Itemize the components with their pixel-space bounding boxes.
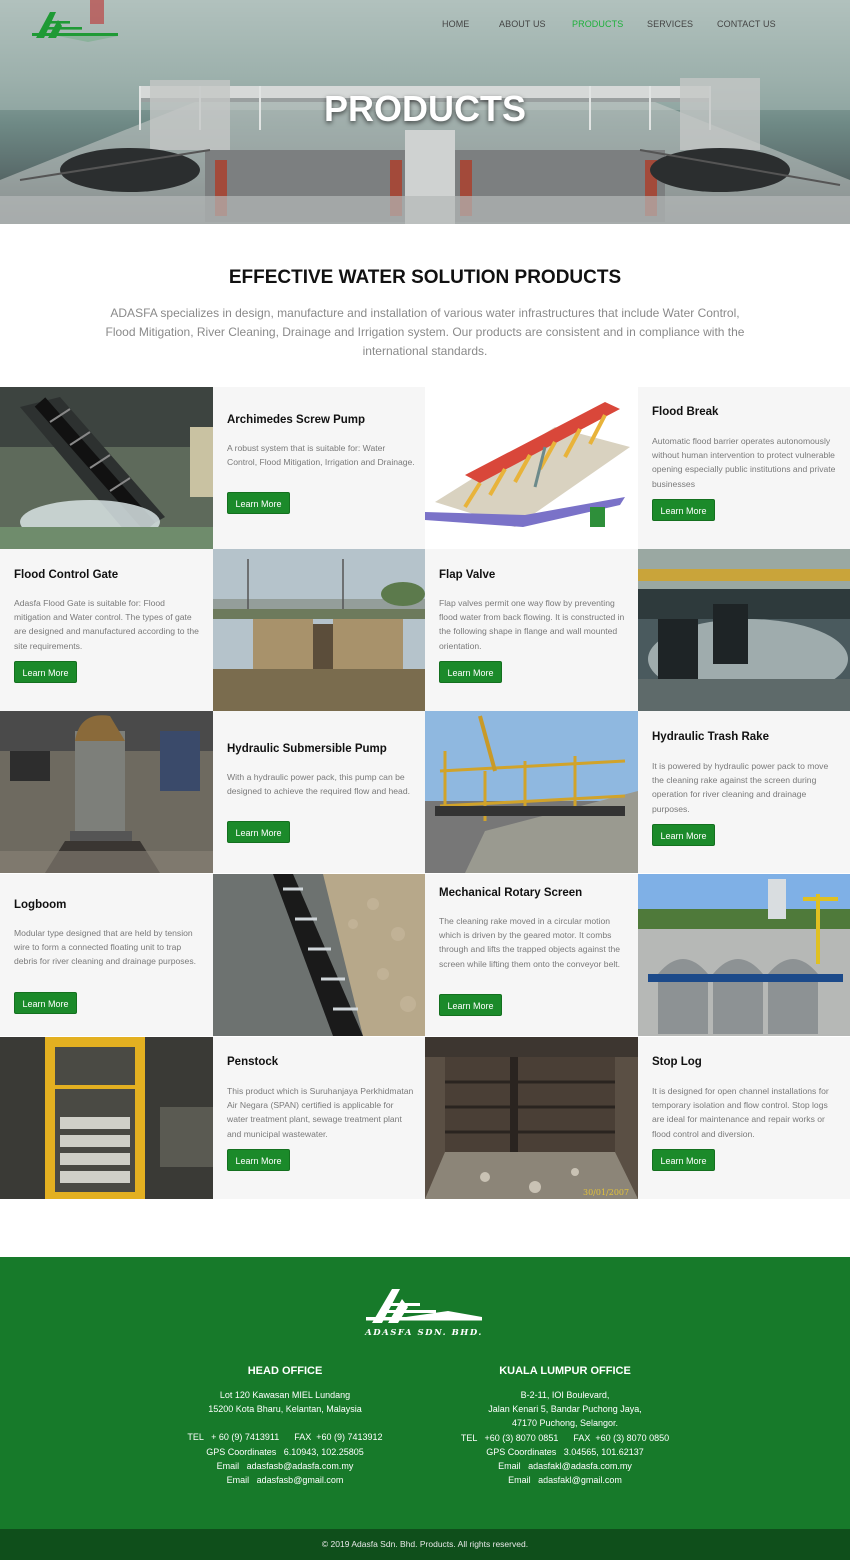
- flood-break-render: [425, 387, 638, 549]
- nav-products[interactable]: PRODUCTS: [572, 19, 623, 29]
- learn-more-button[interactable]: Learn More: [227, 492, 290, 514]
- learn-more-button[interactable]: Learn More: [227, 821, 290, 843]
- learn-more-button[interactable]: Learn More: [439, 661, 502, 683]
- logboom-photo: [213, 874, 426, 1036]
- rotary-screen-photo: [638, 874, 850, 1036]
- product-card-archimedes-screw-pump: Archimedes Screw Pump A robust system th…: [213, 387, 426, 549]
- nav-home[interactable]: HOME: [442, 19, 469, 29]
- product-description: Modular type designed that are held by t…: [14, 928, 197, 967]
- product-card-stop-log: Stop Log It is designed for open channel…: [638, 1037, 850, 1199]
- footer-logo-text: ADASFA SDN. BHD.: [364, 1328, 483, 1338]
- product-name: Mechanical Rotary Screen: [439, 887, 583, 899]
- flood-gate-photo: [213, 549, 426, 711]
- product-description: Adasfa Flood Gate is suitable for: Flood…: [14, 598, 199, 651]
- hero-banner: HOME ABOUT US PRODUCTS SERVICES CONTACT …: [0, 0, 850, 224]
- product-description: It is powered by hydraulic power pack to…: [652, 761, 829, 814]
- nav-services[interactable]: SERVICES: [647, 19, 693, 29]
- main-nav: HOME ABOUT US PRODUCTS SERVICES CONTACT …: [0, 19, 850, 31]
- kl-office-email-1[interactable]: Email adasfakl@adasfa.com.my: [435, 1459, 695, 1473]
- kl-office: KUALA LUMPUR OFFICE B-2-11, IOI Boulevar…: [435, 1365, 695, 1487]
- product-name: Flood Control Gate: [14, 569, 119, 581]
- learn-more-button[interactable]: Learn More: [227, 1149, 290, 1171]
- page-title: PRODUCTS: [323, 88, 526, 129]
- product-card-mechanical-rotary-screen: Mechanical Rotary Screen The cleaning ra…: [425, 874, 638, 1036]
- learn-more-button[interactable]: Learn More: [652, 499, 715, 521]
- learn-more-button[interactable]: Learn More: [14, 992, 77, 1014]
- product-description: The cleaning rake moved in a circular mo…: [439, 916, 621, 969]
- product-description: It is designed for open channel installa…: [652, 1086, 829, 1139]
- photo-date-stamp: 30/01/2007: [583, 1188, 629, 1197]
- kl-office-address-1: B-2-11, IOI Boulevard,: [520, 1390, 610, 1400]
- head-office-title: HEAD OFFICE: [247, 1365, 323, 1377]
- head-office-address-1: Lot 120 Kawasan MIEL Lundang: [219, 1390, 351, 1400]
- product-name: Hydraulic Trash Rake: [652, 731, 769, 743]
- trash-rake-photo: [425, 711, 638, 873]
- head-office-email-2[interactable]: Email adasfasb@gmail.com: [155, 1473, 415, 1487]
- product-name: Flood Break: [652, 406, 719, 418]
- product-card-flood-break: Flood Break Automatic flood barrier oper…: [638, 387, 850, 549]
- learn-more-button[interactable]: Learn More: [652, 1149, 715, 1171]
- product-card-flap-valve: Flap Valve Flap valves permit one way fl…: [425, 549, 638, 711]
- submersible-pump-photo: [0, 711, 213, 873]
- kl-office-address-2: Jalan Kenari 5, Bandar Puchong Jaya,: [488, 1404, 642, 1415]
- kl-office-address-3: 47170 Puchong, Selangor.: [511, 1418, 619, 1429]
- penstock-photo: [0, 1037, 213, 1199]
- product-card-flood-control-gate: Flood Control Gate Adasfa Flood Gate is …: [0, 549, 213, 711]
- section-intro: ADASFA specializes in design, manufactur…: [105, 306, 745, 358]
- footer-logo: ADASFA SDN. BHD.: [364, 1289, 483, 1338]
- product-card-logboom: Logboom Modular type designed that are h…: [0, 874, 213, 1036]
- head-office: HEAD OFFICE Lot 120 Kawasan MIEL Lundang…: [155, 1365, 415, 1487]
- product-description: With a hydraulic power pack, this pump c…: [227, 772, 410, 797]
- learn-more-button[interactable]: Learn More: [14, 661, 77, 683]
- head-office-email-1[interactable]: Email adasfasb@adasfa.com.my: [155, 1459, 415, 1473]
- learn-more-button[interactable]: Learn More: [652, 824, 715, 846]
- kl-office-gps: GPS Coordinates 3.04565, 101.62137: [486, 1446, 644, 1457]
- kl-office-title: KUALA LUMPUR OFFICE: [499, 1365, 631, 1377]
- stop-log-photo: 30/01/2007: [425, 1037, 638, 1199]
- product-name: Stop Log: [652, 1056, 702, 1068]
- product-name: Logboom: [14, 899, 67, 911]
- product-description: Automatic flood barrier operates autonom…: [652, 436, 836, 489]
- product-description: This product which is Suruhanjaya Perkhi…: [227, 1086, 414, 1139]
- product-name: Penstock: [227, 1056, 279, 1068]
- head-office-gps: GPS Coordinates 6.10943, 102.25805: [206, 1446, 364, 1457]
- copyright: © 2019 Adasfa Sdn. Bhd. Products. All ri…: [0, 1529, 850, 1560]
- screw-pump-photo: [0, 387, 213, 549]
- kl-office-email-2[interactable]: Email adasfakl@gmail.com: [435, 1473, 695, 1487]
- product-name: Flap Valve: [439, 569, 496, 581]
- learn-more-button[interactable]: Learn More: [439, 994, 502, 1016]
- product-card-hydraulic-submersible-pump: Hydraulic Submersible Pump With a hydrau…: [213, 711, 426, 873]
- product-name: Archimedes Screw Pump: [227, 414, 366, 426]
- product-description: Flap valves permit one way flow by preve…: [439, 598, 625, 651]
- product-name: Hydraulic Submersible Pump: [227, 743, 387, 755]
- nav-about-us[interactable]: ABOUT US: [499, 19, 546, 29]
- product-card-penstock: Penstock This product which is Suruhanja…: [213, 1037, 426, 1199]
- head-office-address-2: 15200 Kota Bharu, Kelantan, Malaysia: [208, 1404, 362, 1415]
- flap-valve-photo: [638, 549, 850, 711]
- product-card-hydraulic-trash-rake: Hydraulic Trash Rake It is powered by hy…: [638, 711, 850, 873]
- nav-contact-us[interactable]: CONTACT US: [717, 19, 776, 29]
- kl-office-tel-fax: TEL +60 (3) 8070 0851 FAX +60 (3) 8070 0…: [460, 1432, 670, 1443]
- footer: ADASFA SDN. BHD. HEAD OFFICE Lot 120 Kaw…: [0, 1257, 850, 1529]
- product-description: A robust system that is suitable for: Wa…: [227, 443, 415, 468]
- head-office-tel-fax: TEL + 60 (9) 7413911 FAX +60 (9) 7413912: [187, 1432, 383, 1443]
- section-title: EFFECTIVE WATER SOLUTION PRODUCTS: [228, 267, 622, 288]
